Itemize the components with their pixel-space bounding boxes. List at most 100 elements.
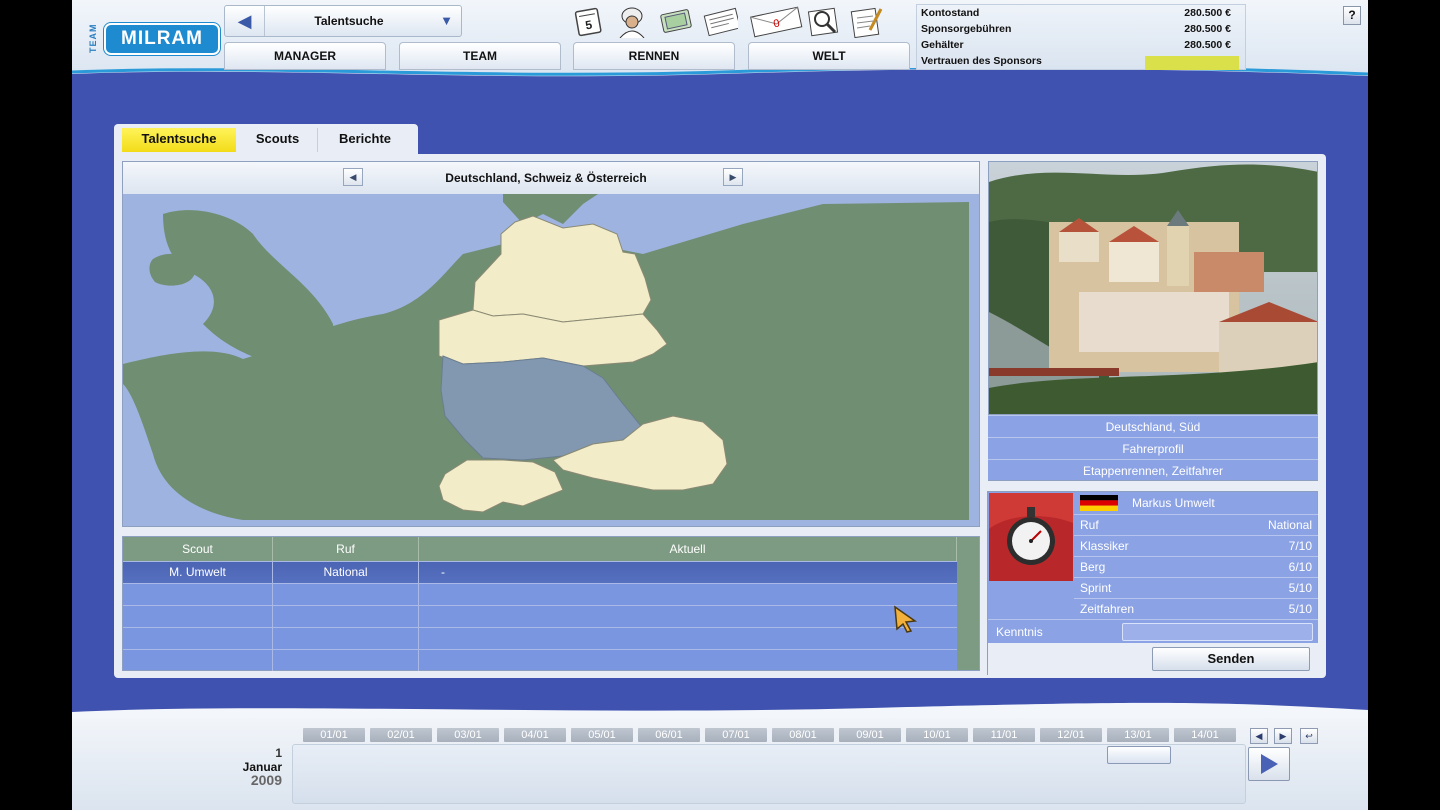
logo-brand-text: MILRAM bbox=[104, 23, 220, 55]
tab-rennen[interactable]: RENNEN bbox=[573, 42, 735, 70]
header: TEAM MILRAM ◀ Talentsuche ▼ MANAGER TEAM… bbox=[72, 0, 1368, 90]
cell-scout bbox=[123, 628, 273, 649]
arrow-right-icon: ▶ bbox=[729, 172, 737, 182]
finance-row: Gehälter 280.500 € bbox=[921, 38, 1239, 54]
stat-row: Berg 6/10 bbox=[1074, 556, 1318, 577]
region-selector: ◀ Deutschland, Schweiz & Österreich ▶ bbox=[123, 162, 979, 194]
magnifier-icon[interactable] bbox=[806, 4, 842, 38]
chevron-down-icon[interactable]: ▼ bbox=[440, 13, 453, 28]
kenntnis-row: Kenntnis bbox=[988, 619, 1318, 643]
table-row[interactable] bbox=[123, 605, 957, 627]
timeline-track[interactable] bbox=[292, 744, 1246, 804]
mail-icon[interactable]: 0 bbox=[748, 4, 804, 38]
tab-scouts[interactable]: Scouts bbox=[238, 128, 318, 152]
scrollbar-header bbox=[957, 537, 979, 561]
stat-value: National bbox=[1267, 518, 1312, 532]
date-tab[interactable]: 10/01 bbox=[906, 728, 968, 742]
date-tab[interactable]: 13/01 bbox=[1107, 728, 1169, 742]
cell-aktuell bbox=[419, 584, 957, 605]
timeline-next-button[interactable]: ▶ bbox=[1274, 728, 1292, 744]
tab-team[interactable]: TEAM bbox=[399, 42, 561, 70]
table-row[interactable] bbox=[123, 627, 957, 649]
date-tab[interactable]: 12/01 bbox=[1040, 728, 1102, 742]
table-scrollbar[interactable] bbox=[957, 561, 979, 670]
column-header-ruf[interactable]: Ruf bbox=[273, 537, 419, 561]
date-tab[interactable]: 14/01 bbox=[1174, 728, 1236, 742]
date-tab[interactable]: 05/01 bbox=[571, 728, 633, 742]
current-day: 1 bbox=[275, 746, 282, 760]
cell-aktuell bbox=[419, 606, 957, 627]
help-button[interactable]: ? bbox=[1343, 6, 1361, 25]
cell-aktuell bbox=[419, 650, 957, 671]
stopwatch-icon bbox=[989, 493, 1073, 581]
tab-welt[interactable]: WELT bbox=[748, 42, 910, 70]
tab-berichte[interactable]: Berichte bbox=[320, 128, 410, 152]
cell-ruf bbox=[273, 606, 419, 627]
date-tab[interactable]: 01/01 bbox=[303, 728, 365, 742]
scout-name-row: Markus Umwelt bbox=[1074, 492, 1318, 514]
column-header-aktuell[interactable]: Aktuell bbox=[419, 537, 957, 561]
date-tab[interactable]: 08/01 bbox=[772, 728, 834, 742]
scout-profile: Markus Umwelt Ruf National Klassiker 7/1… bbox=[987, 491, 1318, 675]
finance-label: Gehälter bbox=[921, 39, 964, 51]
germany-flag-icon bbox=[1080, 495, 1118, 511]
timeline-bar: 01/01 02/01 03/01 04/01 05/01 06/01 07/01 08/01… bbox=[72, 702, 1368, 810]
stat-label: Sprint bbox=[1080, 581, 1112, 595]
finance-label: Kontostand bbox=[921, 7, 980, 19]
date-tab[interactable]: 06/01 bbox=[638, 728, 700, 742]
date-tab[interactable]: 03/01 bbox=[437, 728, 499, 742]
stat-label: Zeitfahren bbox=[1080, 602, 1135, 616]
town-landscape-image bbox=[989, 162, 1317, 414]
arrow-left-icon: ◀ bbox=[237, 10, 252, 31]
stat-label: Ruf bbox=[1080, 518, 1099, 532]
finance-value: 280.500 € bbox=[1184, 39, 1231, 51]
stat-row: Klassiker 7/10 bbox=[1074, 535, 1318, 556]
cell-ruf bbox=[273, 584, 419, 605]
sponsor-trust-label: Vertrauen des Sponsors bbox=[921, 55, 1042, 67]
tab-talentsuche[interactable]: Talentsuche bbox=[122, 128, 236, 152]
back-button[interactable]: ◀ bbox=[225, 6, 265, 36]
date-tab[interactable]: 09/01 bbox=[839, 728, 901, 742]
date-tab[interactable]: 07/01 bbox=[705, 728, 767, 742]
game-window: TEAM MILRAM ◀ Talentsuche ▼ MANAGER TEAM… bbox=[72, 0, 1368, 810]
bottom-wave bbox=[72, 702, 1368, 718]
finance-row: Sponsorgebühren 280.500 € bbox=[921, 22, 1239, 38]
scout-photo bbox=[989, 493, 1073, 581]
rider-helmet-icon[interactable] bbox=[614, 4, 650, 38]
cell-ruf bbox=[273, 650, 419, 671]
kenntnis-bar bbox=[1122, 623, 1313, 641]
table-row[interactable] bbox=[123, 649, 957, 671]
timeline-marker[interactable] bbox=[1107, 746, 1171, 764]
next-region-button[interactable]: ▶ bbox=[723, 168, 743, 186]
kenntnis-label: Kenntnis bbox=[996, 625, 1043, 639]
header-wave bbox=[72, 68, 1368, 90]
stat-row: Sprint 5/10 bbox=[1074, 577, 1318, 598]
play-button[interactable] bbox=[1248, 747, 1290, 781]
table-row[interactable] bbox=[123, 583, 957, 605]
date-tab[interactable]: 02/01 bbox=[370, 728, 432, 742]
newspaper-icon[interactable] bbox=[702, 4, 738, 38]
prev-region-button[interactable]: ◀ bbox=[343, 168, 363, 186]
timeline-prev-button[interactable]: ◀ bbox=[1250, 728, 1268, 744]
notes-icon[interactable] bbox=[848, 4, 884, 38]
date-tab[interactable]: 11/01 bbox=[973, 728, 1035, 742]
finance-value: 280.500 € bbox=[1184, 23, 1231, 35]
finance-row: Kontostand 280.500 € bbox=[921, 6, 1239, 22]
current-year: 2009 bbox=[250, 772, 282, 788]
screen-selector[interactable]: ◀ Talentsuche ▼ bbox=[224, 5, 462, 37]
cell-ruf bbox=[273, 628, 419, 649]
play-icon bbox=[1261, 754, 1278, 774]
column-header-scout[interactable]: Scout bbox=[123, 537, 273, 561]
timeline-return-button[interactable]: ↩ bbox=[1300, 728, 1318, 744]
finance-panel: Kontostand 280.500 € Sponsorgebühren 280… bbox=[916, 4, 1246, 70]
region-map-box: ◀ Deutschland, Schweiz & Österreich ▶ bbox=[122, 161, 980, 527]
money-icon[interactable] bbox=[658, 4, 694, 38]
send-button[interactable]: Senden bbox=[1152, 647, 1310, 671]
stat-value: 5/10 bbox=[1288, 602, 1312, 616]
sponsor-trust-bar bbox=[1145, 56, 1239, 70]
stat-row: Ruf National bbox=[1074, 514, 1318, 535]
calendar-icon[interactable]: 5 bbox=[570, 4, 606, 38]
tab-manager[interactable]: MANAGER bbox=[224, 42, 386, 70]
table-row[interactable]: M. Umwelt National - bbox=[123, 561, 957, 583]
date-tab[interactable]: 04/01 bbox=[504, 728, 566, 742]
